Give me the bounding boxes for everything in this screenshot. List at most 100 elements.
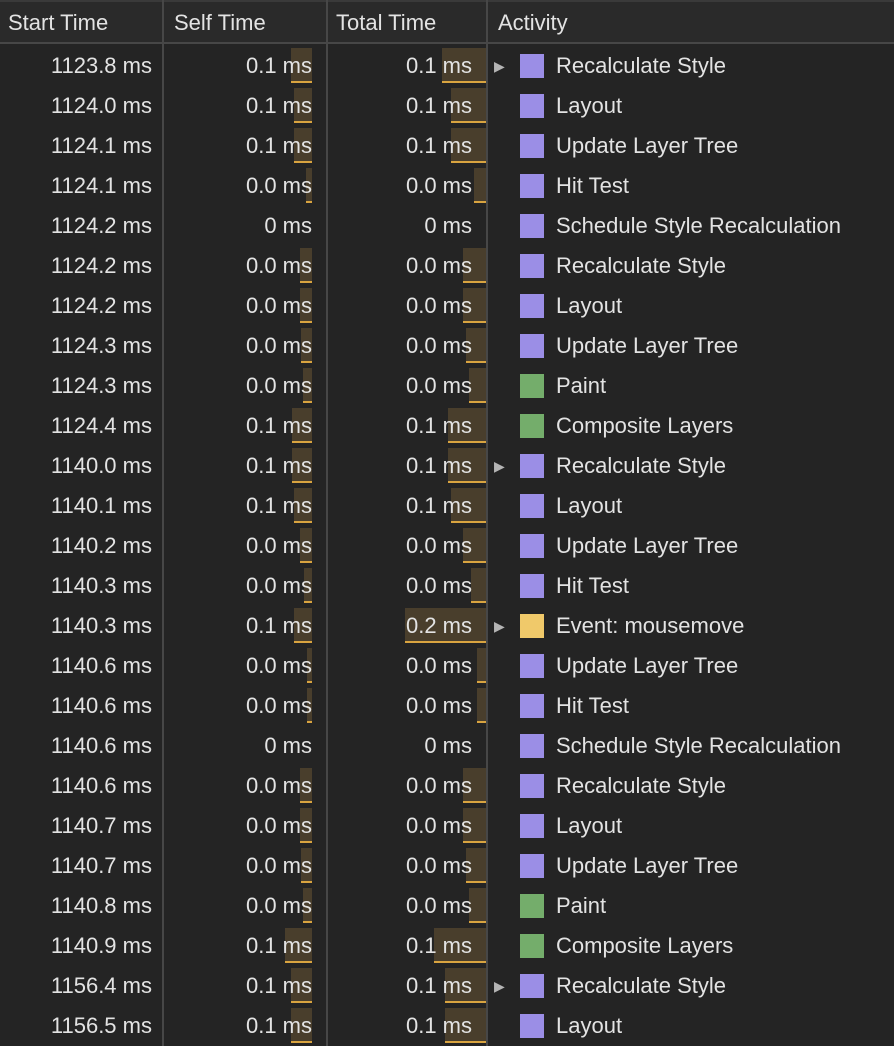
total-time-cell: 0 ms	[424, 733, 472, 758]
total-time-bar	[477, 648, 486, 683]
total-time-cell: 0.1 ms	[405, 93, 472, 118]
self-time-column-cell: 0.0 ms	[164, 886, 312, 926]
total-time-cell: 0.0 ms	[405, 893, 472, 918]
self-time-column-cell: 0.0 ms	[164, 806, 312, 846]
self-time-column-cell: 0.0 ms	[164, 166, 312, 206]
expand-triangle-icon[interactable]: ▶	[494, 46, 505, 86]
category-color-swatch-icon	[520, 934, 544, 958]
table-row[interactable]: 1124.0 ms 0.1 ms 0.1 ms Layout	[0, 86, 894, 126]
self-time-column-cell: 0.1 ms	[164, 46, 312, 86]
total-time-cell: 0.1 ms	[405, 1013, 472, 1038]
start-time-cell: 1124.2 ms	[50, 213, 152, 238]
self-time-cell: 0.1 ms	[245, 413, 312, 438]
self-time-cell: 0.0 ms	[245, 653, 312, 678]
total-time-column-cell: 0.0 ms	[328, 246, 472, 286]
self-time-cell: 0.0 ms	[245, 373, 312, 398]
total-time-column-cell: 0.0 ms	[328, 326, 472, 366]
table-row[interactable]: 1140.6 ms 0.0 ms 0.0 ms Hit Test	[0, 686, 894, 726]
total-time-column-cell: 0 ms	[328, 206, 472, 246]
table-row[interactable]: 1140.1 ms 0.1 ms 0.1 ms Layout	[0, 486, 894, 526]
self-time-column-cell: 0.1 ms	[164, 1006, 312, 1046]
table-row[interactable]: 1140.7 ms 0.0 ms 0.0 ms Update Layer Tree	[0, 846, 894, 886]
total-time-column-cell: 0.0 ms	[328, 286, 472, 326]
table-row[interactable]: 1140.2 ms 0.0 ms 0.0 ms Update Layer Tree	[0, 526, 894, 566]
activity-name: Layout	[556, 1013, 623, 1038]
self-time-cell: 0.1 ms	[245, 133, 312, 158]
table-row[interactable]: 1140.0 ms 0.1 ms 0.1 ms ▶ Recalculate Style	[0, 446, 894, 486]
column-header-total-time[interactable]: Total Time	[328, 2, 488, 44]
self-time-column-cell: 0.0 ms	[164, 646, 312, 686]
category-color-swatch-icon	[520, 454, 544, 478]
table-row[interactable]: 1123.8 ms 0.1 ms 0.1 ms ▶ Recalculate Style	[0, 46, 894, 86]
total-time-column-cell: 0.2 ms	[328, 606, 472, 646]
total-time-column-cell: 0.0 ms	[328, 766, 472, 806]
table-row[interactable]: 1140.6 ms 0.0 ms 0.0 ms Update Layer Tree	[0, 646, 894, 686]
total-time-column-cell: 0.1 ms	[328, 406, 472, 446]
expand-triangle-icon[interactable]: ▶	[494, 446, 505, 486]
column-header-activity[interactable]: Activity	[490, 2, 894, 44]
self-time-cell: 0 ms	[264, 213, 312, 238]
total-time-column-cell: 0.0 ms	[328, 166, 472, 206]
table-row[interactable]: 1156.5 ms 0.1 ms 0.1 ms Layout	[0, 1006, 894, 1046]
table-row[interactable]: 1140.9 ms 0.1 ms 0.1 ms Composite Layers	[0, 926, 894, 966]
total-time-cell: 0.1 ms	[405, 493, 472, 518]
self-time-cell: 0.1 ms	[245, 973, 312, 998]
total-time-cell: 0.1 ms	[405, 933, 472, 958]
activity-name: Recalculate Style	[556, 453, 726, 478]
total-time-cell: 0.0 ms	[405, 293, 472, 318]
total-time-column-cell: 0.1 ms	[328, 446, 472, 486]
self-time-column-cell: 0.0 ms	[164, 366, 312, 406]
activity-name: Recalculate Style	[556, 773, 726, 798]
table-row[interactable]: 1124.4 ms 0.1 ms 0.1 ms Composite Layers	[0, 406, 894, 446]
activity-name: Schedule Style Recalculation	[556, 213, 841, 238]
table-row[interactable]: 1140.6 ms 0 ms 0 ms Schedule Style Recalcul…	[0, 726, 894, 766]
table-row[interactable]: 1140.3 ms 0.0 ms 0.0 ms Hit Test	[0, 566, 894, 606]
self-time-column-cell: 0.1 ms	[164, 86, 312, 126]
total-time-column-cell: 0.0 ms	[328, 846, 472, 886]
expand-triangle-icon[interactable]: ▶	[494, 606, 505, 646]
self-time-cell: 0.1 ms	[245, 1013, 312, 1038]
table-row[interactable]: 1124.2 ms 0 ms 0 ms Schedule Style Recalcul…	[0, 206, 894, 246]
column-header-start-time[interactable]: Start Time	[0, 2, 164, 44]
activity-name: Recalculate Style	[556, 53, 726, 78]
table-row[interactable]: 1140.8 ms 0.0 ms 0.0 ms Paint	[0, 886, 894, 926]
start-time-cell: 1124.1 ms	[50, 173, 152, 198]
table-row[interactable]: 1124.1 ms 0.1 ms 0.1 ms Update Layer Tree	[0, 126, 894, 166]
total-time-cell: 0.0 ms	[405, 693, 472, 718]
start-time-cell: 1140.6 ms	[50, 773, 152, 798]
total-time-cell: 0.0 ms	[405, 333, 472, 358]
table-row[interactable]: 1124.2 ms 0.0 ms 0.0 ms Layout	[0, 286, 894, 326]
total-time-column-cell: 0.0 ms	[328, 526, 472, 566]
table-row[interactable]: 1156.4 ms 0.1 ms 0.1 ms ▶ Recalculate Style	[0, 966, 894, 1006]
table-header: Start Time Self Time Total Time Activity	[0, 0, 894, 44]
table-row[interactable]: 1124.2 ms 0.0 ms 0.0 ms Recalculate Style	[0, 246, 894, 286]
self-time-column-cell: 0.0 ms	[164, 686, 312, 726]
activity-name: Paint	[556, 373, 607, 398]
table-row[interactable]: 1124.3 ms 0.0 ms 0.0 ms Update Layer Tree	[0, 326, 894, 366]
category-color-swatch-icon	[520, 1014, 544, 1038]
total-time-column-cell: 0.1 ms	[328, 1006, 472, 1046]
total-time-cell: 0.1 ms	[405, 453, 472, 478]
table-row[interactable]: 1140.7 ms 0.0 ms 0.0 ms Layout	[0, 806, 894, 846]
category-color-swatch-icon	[520, 694, 544, 718]
total-time-cell: 0.0 ms	[405, 253, 472, 278]
table-row[interactable]: 1140.3 ms 0.1 ms 0.2 ms ▶ Event: mousemove	[0, 606, 894, 646]
column-header-self-time[interactable]: Self Time	[166, 2, 328, 44]
activity-name: Update Layer Tree	[556, 853, 739, 878]
category-color-swatch-icon	[520, 134, 544, 158]
table-row[interactable]: 1124.3 ms 0.0 ms 0.0 ms Paint	[0, 366, 894, 406]
total-time-cell: 0.0 ms	[405, 813, 472, 838]
total-time-cell: 0.0 ms	[405, 533, 472, 558]
expand-triangle-icon[interactable]: ▶	[494, 966, 505, 1006]
total-time-cell: 0.2 ms	[405, 613, 472, 638]
category-color-swatch-icon	[520, 494, 544, 518]
activity-name: Hit Test	[556, 693, 629, 718]
total-time-column-cell: 0.1 ms	[328, 966, 472, 1006]
table-row[interactable]: 1124.1 ms 0.0 ms 0.0 ms Hit Test	[0, 166, 894, 206]
self-time-cell: 0.1 ms	[245, 453, 312, 478]
start-time-cell: 1124.3 ms	[50, 373, 152, 398]
self-time-cell: 0.0 ms	[245, 173, 312, 198]
total-time-bar	[474, 168, 486, 203]
table-row[interactable]: 1140.6 ms 0.0 ms 0.0 ms Recalculate Style	[0, 766, 894, 806]
start-time-cell: 1140.3 ms	[50, 613, 152, 638]
